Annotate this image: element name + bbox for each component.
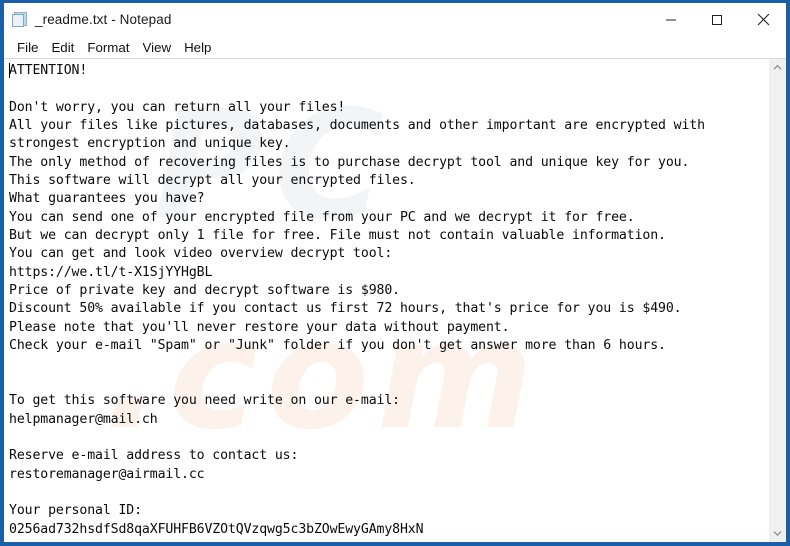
menu-item-file[interactable]: File [11, 40, 45, 55]
text-line: Reserve e-mail address to contact us: [9, 448, 299, 464]
text-line: Your personal ID: [9, 503, 142, 519]
chevron-down-icon [773, 531, 782, 537]
minimize-button[interactable] [648, 3, 694, 36]
text-line: strongest encryption and unique key. [9, 136, 291, 152]
scroll-up-button[interactable] [769, 59, 786, 76]
text-line: Discount 50% available if you contact us… [9, 301, 682, 317]
menu-item-format[interactable]: Format [81, 40, 136, 55]
text-line: 0256ad732hsdfSd8qaXFUHFB6VZOtQVzqwg5c3bZ… [9, 521, 424, 537]
title-bar[interactable]: _readme.txt - Notepad [4, 3, 786, 36]
text-line [9, 356, 768, 374]
menu-bar: File Edit Format View Help [4, 36, 786, 58]
menu-item-view[interactable]: View [136, 40, 178, 55]
text-caret [9, 63, 10, 78]
text-line: The only method of recovering files is t… [9, 154, 690, 170]
text-line: Check your e-mail "Spam" or "Junk" folde… [9, 338, 666, 354]
text-line [9, 80, 768, 98]
window-title: _readme.txt - Notepad [35, 12, 172, 27]
text-line: ATTENTION! [9, 63, 88, 78]
scroll-down-button[interactable] [769, 525, 786, 542]
maximize-button[interactable] [694, 3, 740, 36]
text-line [9, 484, 768, 502]
scrollbar-track[interactable] [769, 76, 786, 525]
maximize-icon [712, 14, 722, 25]
text-line: You can send one of your encrypted file … [9, 209, 635, 225]
document-text[interactable]: ATTENTION! Don't worry, you can return a… [4, 59, 768, 539]
notepad-window: _readme.txt - Notepad File Edit Format V… [0, 0, 790, 546]
text-line: Price of private key and decrypt softwar… [9, 283, 400, 299]
window-controls [648, 3, 786, 36]
menu-item-edit[interactable]: Edit [45, 40, 81, 55]
editor-region: PC .com ATTENTION! Don't worry, you can … [4, 58, 786, 542]
vertical-scrollbar[interactable] [768, 59, 786, 542]
chevron-up-icon [773, 64, 782, 70]
minimize-icon [666, 19, 676, 20]
text-line: helpmanager@mail.ch [9, 411, 158, 427]
notepad-icon [12, 11, 28, 28]
text-area[interactable]: PC .com ATTENTION! Don't worry, you can … [4, 59, 768, 542]
text-line: Don't worry, you can return all your fil… [9, 99, 346, 115]
text-line: But we can decrypt only 1 file for free.… [9, 228, 666, 244]
text-line: Please note that you'll never restore yo… [9, 319, 510, 335]
close-button[interactable] [740, 3, 786, 36]
text-line: What guarantees you have? [9, 191, 205, 207]
text-line: restoremanager@airmail.cc [9, 466, 205, 482]
text-line: To get this software you need write on o… [9, 393, 400, 409]
text-line: You can get and look video overview decr… [9, 246, 393, 262]
text-line [9, 429, 768, 447]
text-line: This software will decrypt all your encr… [9, 173, 416, 189]
close-icon [757, 13, 769, 26]
menu-item-help[interactable]: Help [178, 40, 218, 55]
text-line: https://we.tl/t-X1SjYYHgBL [9, 264, 213, 280]
text-line: All your files like pictures, databases,… [9, 118, 705, 134]
text-line [9, 374, 768, 392]
